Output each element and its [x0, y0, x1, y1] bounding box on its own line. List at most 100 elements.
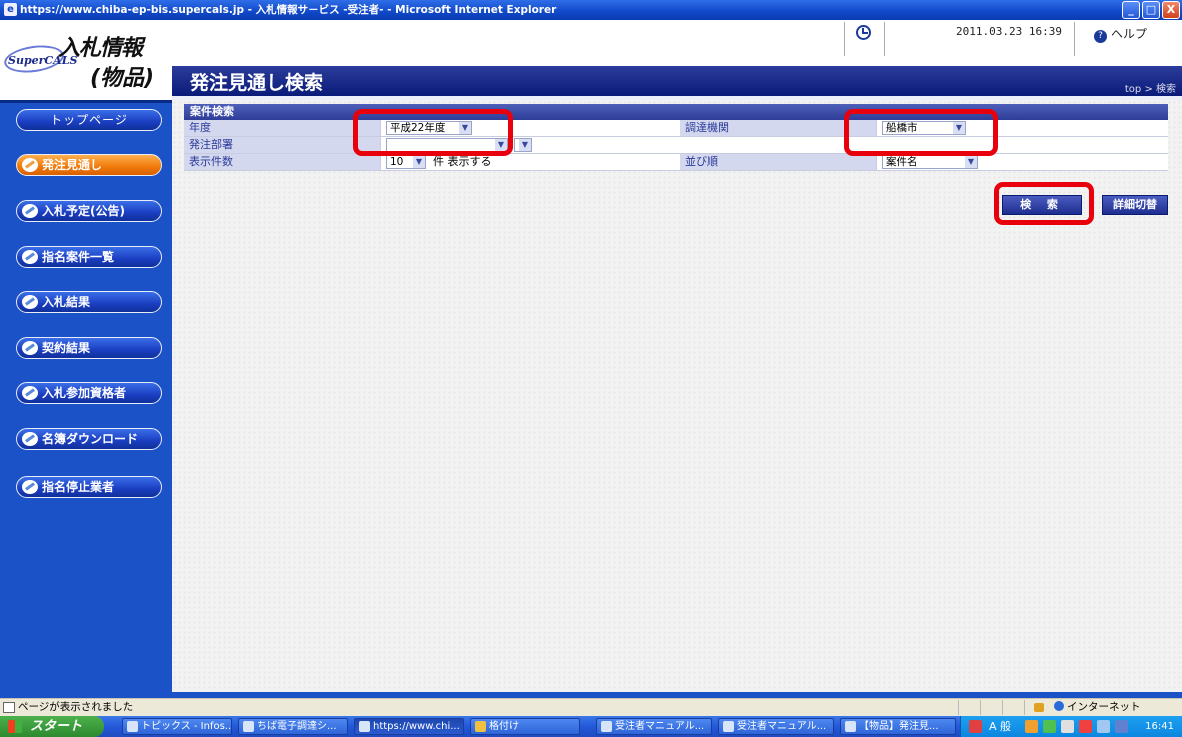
busho-cell: ▼ ▼: [380, 137, 1168, 153]
sidebar-item-sanka-shikakusha[interactable]: 入札参加資格者: [16, 382, 162, 404]
tray-app-icon[interactable]: [1097, 720, 1110, 733]
tray-app-icon[interactable]: [969, 720, 982, 733]
security-zone[interactable]: インターネット: [1054, 699, 1141, 716]
page-title: 発注見通し検索: [190, 72, 324, 94]
minimize-button[interactable]: _: [1122, 1, 1140, 19]
count-label: 表示件数: [184, 154, 380, 170]
page-done-icon: [3, 702, 15, 713]
main-content: 案件検索 年度 平成22年度 ▼ 調達機関 船橋市 ▼ 発注部署 ▼ ▼ 表示件…: [172, 100, 1182, 692]
current-datetime: 2011.03.23 16:39: [956, 25, 1062, 38]
system-tray: A 般 16:41: [960, 716, 1182, 737]
divider: [1074, 22, 1075, 56]
maximize-button[interactable]: □: [1142, 1, 1160, 19]
nendo-select-value: 平成22年度: [390, 122, 446, 134]
divider: [844, 22, 845, 56]
detail-toggle-button[interactable]: 詳細切替: [1102, 195, 1168, 215]
status-bar: ページが表示されました インターネット: [0, 698, 1182, 716]
breadcrumb[interactable]: top > 検索: [1125, 80, 1176, 95]
help-link[interactable]: ? ヘルプ: [1094, 25, 1147, 43]
taskbar-item-active[interactable]: https://www.chi...: [354, 718, 464, 735]
sidebar-item-hacchu-mitooshi[interactable]: 発注見通し: [16, 154, 162, 176]
taskbar-item[interactable]: 受注者マニュアル...: [596, 718, 712, 735]
taskbar: スタート トピックス - Infos... ちば電子調達シ... https:/…: [0, 716, 1182, 737]
sidebar-item-label: 名簿ダウンロード: [42, 432, 139, 446]
top-bar: 2011.03.23 16:39 ? ヘルプ: [172, 20, 1182, 66]
status-text: ページが表示されました: [18, 701, 134, 713]
nendo-select[interactable]: 平成22年度 ▼: [386, 121, 472, 135]
ie-icon: e: [4, 3, 17, 16]
start-label: スタート: [30, 719, 83, 734]
sidebar-item-label: トップページ: [50, 113, 128, 127]
sidebar: トップページ 発注見通し 入札予定(公告) 指名案件一覧 入札結果 契約結果 入…: [0, 100, 172, 692]
count-cell: 10 ▼ 件 表示する: [380, 154, 680, 170]
taskbar-item-label: ちば電子調達シ...: [257, 721, 337, 732]
kikan-cell: 船橋市 ▼: [876, 120, 1168, 136]
sidebar-item-shimei-anken[interactable]: 指名案件一覧: [16, 246, 162, 268]
taskbar-item[interactable]: 受注者マニュアル...: [718, 718, 834, 735]
kikan-label: 調達機関: [680, 120, 876, 136]
folder-icon: [475, 721, 486, 732]
taskbar-item[interactable]: ちば電子調達シ...: [238, 718, 348, 735]
sidebar-item-top-page[interactable]: トップページ: [16, 109, 162, 131]
nav-bullet-icon: [22, 158, 38, 172]
lock-icon: [1034, 703, 1044, 712]
busho-label: 発注部署: [184, 137, 380, 153]
tray-app-icon[interactable]: [1025, 720, 1038, 733]
sidebar-item-nyusatsu-kekka[interactable]: 入札結果: [16, 291, 162, 313]
nav-bullet-icon: [22, 432, 38, 446]
sidebar-item-label: 契約結果: [42, 341, 91, 355]
taskbar-item[interactable]: 格付け: [470, 718, 580, 735]
taskbar-item-label: トピックス - Infos...: [141, 721, 232, 732]
nav-bullet-icon: [22, 204, 38, 218]
nendo-label: 年度: [184, 120, 380, 136]
taskbar-item-label: 受注者マニュアル...: [615, 721, 705, 732]
app-icon: [601, 721, 612, 732]
window-title: https://www.chiba-ep-bis.supercals.jp - …: [20, 4, 557, 16]
tray-app-icon[interactable]: [1115, 720, 1128, 733]
taskbar-item[interactable]: 【物品】発注見...: [840, 718, 956, 735]
search-button[interactable]: 検 索: [1002, 195, 1082, 215]
help-label: ヘルプ: [1111, 27, 1148, 41]
sidebar-item-label: 発注見通し: [42, 158, 103, 172]
taskbar-item[interactable]: トピックス - Infos...: [122, 718, 232, 735]
chevron-down-icon: ▼: [953, 122, 965, 134]
logo[interactable]: SuperCALS 入札情報 (物品): [2, 26, 170, 91]
taskbar-item-label: https://www.chi...: [373, 721, 460, 732]
nav-bullet-icon: [22, 341, 38, 355]
logo-area: SuperCALS 入札情報 (物品): [0, 20, 172, 103]
order-select[interactable]: 案件名 ▼: [882, 155, 978, 169]
sidebar-item-meibo-download[interactable]: 名簿ダウンロード: [16, 428, 162, 450]
taskbar-item-label: 【物品】発注見...: [859, 721, 939, 732]
sidebar-item-label: 入札結果: [42, 295, 91, 309]
tray-app-icon[interactable]: [1043, 720, 1056, 733]
screen: e https://www.chiba-ep-bis.supercals.jp …: [0, 0, 1182, 737]
windows-logo-icon: [8, 720, 22, 733]
sidebar-item-keiyaku-kekka[interactable]: 契約結果: [16, 337, 162, 359]
nav-bullet-icon: [22, 295, 38, 309]
chevron-down-icon: ▼: [519, 139, 531, 151]
ime-indicator[interactable]: A 般: [989, 716, 1011, 737]
busho-select[interactable]: ▼: [386, 138, 508, 152]
tray-app-icon[interactable]: [1061, 720, 1074, 733]
search-section-title: 案件検索: [184, 104, 1168, 120]
start-button[interactable]: スタート: [0, 716, 104, 737]
form-row-count: 表示件数 10 ▼ 件 表示する 並び順 案件名 ▼: [184, 154, 1168, 171]
kikan-select[interactable]: 船橋市 ▼: [882, 121, 966, 135]
tray-app-icon[interactable]: [1079, 720, 1092, 733]
app-icon: [243, 721, 254, 732]
close-button[interactable]: X: [1162, 1, 1180, 19]
kikan-select-value: 船橋市: [886, 122, 918, 134]
search-panel: 案件検索 年度 平成22年度 ▼ 調達機関 船橋市 ▼ 発注部署 ▼ ▼ 表示件…: [184, 104, 1168, 171]
taskbar-clock: 16:41: [1145, 721, 1174, 732]
sidebar-item-label: 入札予定(公告): [42, 204, 125, 218]
logo-title-line2: (物品): [90, 66, 155, 91]
globe-icon: [1054, 701, 1064, 711]
sidebar-item-nyusatsu-yotei[interactable]: 入札予定(公告): [16, 200, 162, 222]
divider: [1002, 700, 1003, 715]
count-select[interactable]: 10 ▼: [386, 155, 426, 169]
nav-bullet-icon: [22, 386, 38, 400]
busho-sub-select[interactable]: ▼: [514, 138, 532, 152]
divider: [958, 700, 959, 715]
divider: [1024, 700, 1025, 715]
sidebar-item-shimei-teishi[interactable]: 指名停止業者: [16, 476, 162, 498]
